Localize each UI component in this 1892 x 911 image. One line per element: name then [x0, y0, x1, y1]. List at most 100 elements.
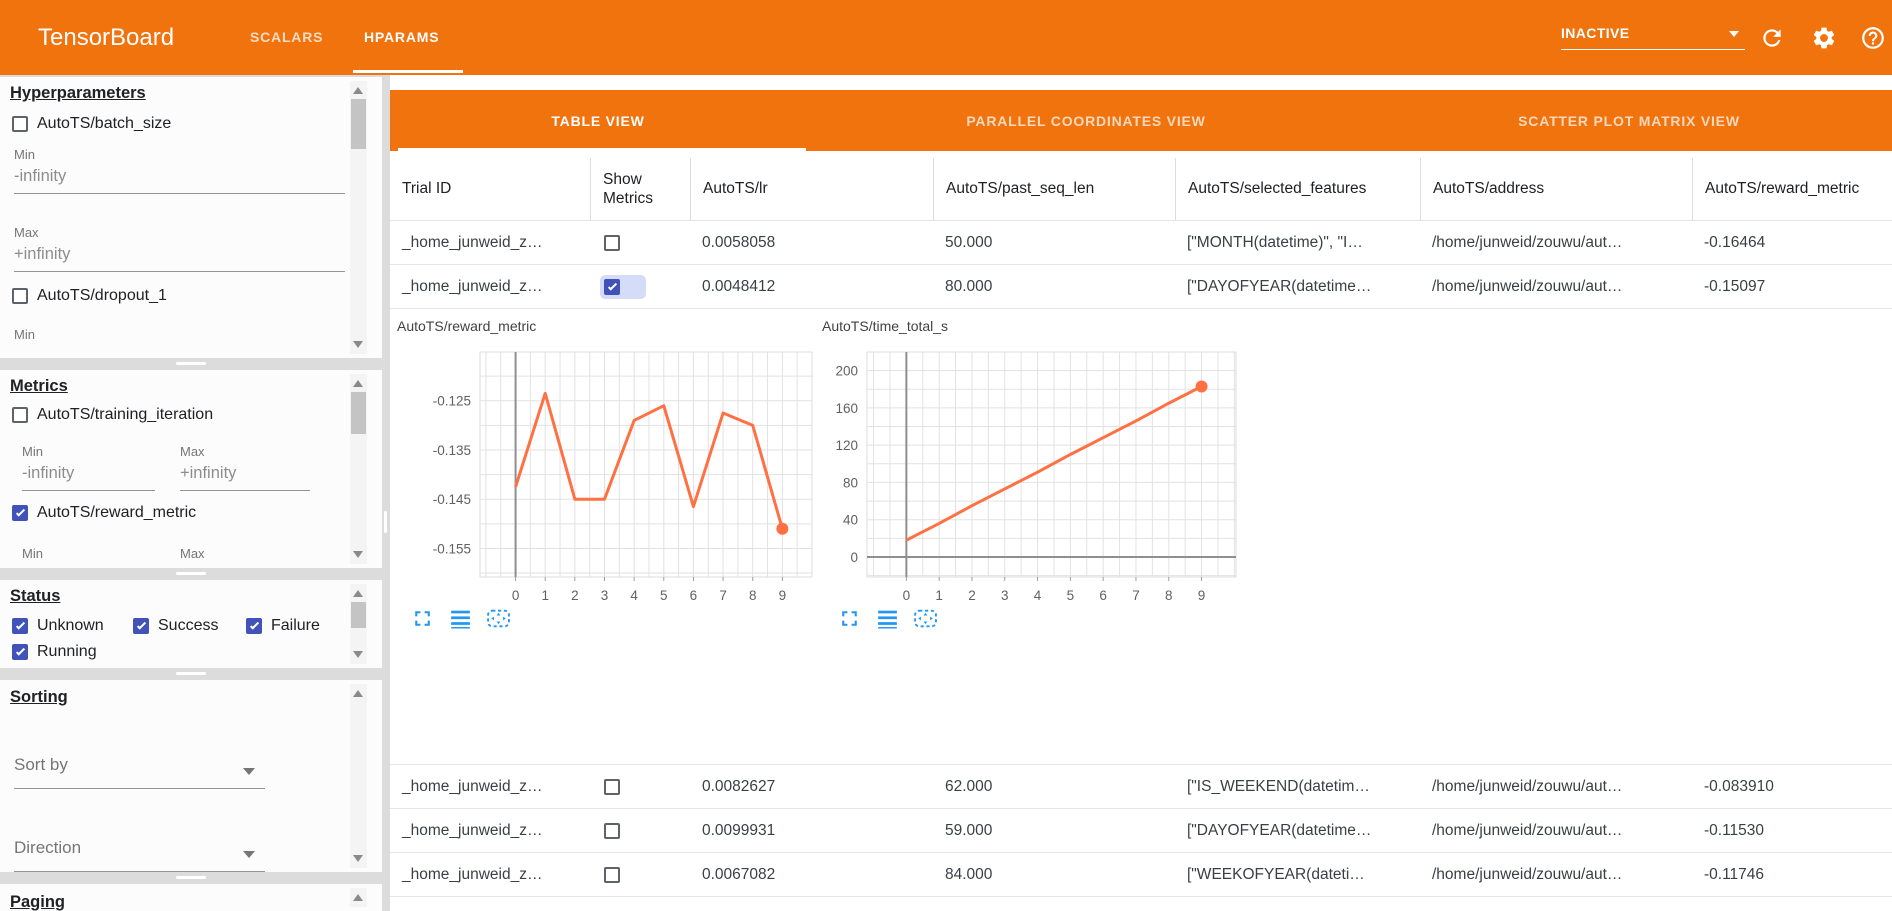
min-label: Min	[22, 444, 43, 459]
metrics-heading: Metrics	[10, 377, 68, 396]
direction-select[interactable]: Direction	[14, 838, 265, 872]
sidebar-resize-grip[interactable]	[384, 511, 387, 533]
reward-metric-cell: -0.16464	[1692, 221, 1892, 264]
svg-text:5: 5	[660, 588, 668, 603]
show-metrics-checkbox[interactable]	[604, 823, 620, 839]
scroll-up-icon[interactable]	[353, 894, 363, 901]
svg-text:80: 80	[843, 475, 858, 490]
scroll-down-icon[interactable]	[353, 551, 363, 558]
chart-toolbar	[837, 606, 938, 631]
training-iteration-checkbox[interactable]	[12, 407, 28, 423]
reward-metric-chart[interactable]: 0123456789-0.125-0.135-0.145-0.155	[420, 348, 818, 618]
scrollbar-thumb[interactable]	[351, 99, 366, 149]
paging-scrollbar[interactable]	[350, 888, 367, 907]
address-cell: /home/junweid/zouwu/aut…	[1420, 265, 1692, 308]
scroll-up-icon[interactable]	[353, 590, 363, 597]
col-past-seq-len[interactable]: AutoTS/past_seq_len	[933, 158, 1175, 220]
max-label: Max	[180, 546, 205, 561]
table-row[interactable]: _home_junweid_z… 0.0067082 84.000 ["WEEK…	[390, 853, 1892, 897]
training-iteration-max-input[interactable]: +infinity	[180, 464, 310, 491]
status-failure-checkbox[interactable]	[246, 618, 262, 634]
show-metrics-cell	[590, 765, 690, 808]
hyperparameters-scrollbar[interactable]	[350, 81, 367, 354]
hparam-batch-size-row: AutoTS/batch_size	[12, 115, 171, 133]
col-reward-metric[interactable]: AutoTS/reward_metric	[1692, 158, 1892, 220]
col-selected-features[interactable]: AutoTS/selected_features	[1175, 158, 1420, 220]
reward-metric-label: AutoTS/reward_metric	[37, 504, 196, 522]
time-total-chart[interactable]: 012345678904080120160200	[807, 348, 1242, 618]
table-row[interactable]: _home_junweid_z… 0.0058058 50.000 ["MONT…	[390, 221, 1892, 265]
tab-scatter-plot-matrix-view[interactable]: SCATTER PLOT MATRIX VIEW	[1366, 90, 1892, 151]
log-scale-icon[interactable]	[448, 606, 473, 631]
status-scrollbar[interactable]	[350, 584, 367, 664]
col-address[interactable]: AutoTS/address	[1420, 158, 1692, 220]
metrics-scrollbar[interactable]	[350, 374, 367, 564]
svg-text:-0.145: -0.145	[433, 492, 471, 507]
sort-by-select[interactable]: Sort by	[14, 755, 265, 789]
main-panel: TABLE VIEW PARALLEL COORDINATES VIEW SCA…	[390, 75, 1892, 911]
fit-data-icon[interactable]	[913, 606, 938, 631]
scroll-up-icon[interactable]	[353, 87, 363, 94]
panel-resize-handle[interactable]	[0, 568, 382, 580]
table-row[interactable]: _home_junweid_z… 0.0082627 62.000 ["IS_W…	[390, 765, 1892, 809]
fullscreen-icon[interactable]	[837, 606, 862, 631]
resize-grip	[176, 672, 206, 675]
sorting-scrollbar[interactable]	[350, 684, 367, 868]
tab-table-view[interactable]: TABLE VIEW	[390, 90, 806, 151]
scroll-down-icon[interactable]	[353, 855, 363, 862]
scroll-down-icon[interactable]	[353, 341, 363, 348]
address-cell: /home/junweid/zouwu/aut…	[1420, 809, 1692, 852]
col-lr[interactable]: AutoTS/lr	[690, 158, 933, 220]
status-running-checkbox[interactable]	[12, 644, 28, 660]
show-metrics-checkbox[interactable]	[604, 235, 620, 251]
run-status-dropdown[interactable]: INACTIVE	[1561, 18, 1745, 50]
reward-metric-checkbox[interactable]	[12, 505, 28, 521]
refresh-icon[interactable]	[1759, 25, 1785, 51]
fullscreen-icon[interactable]	[410, 606, 435, 631]
scroll-up-icon[interactable]	[353, 690, 363, 697]
panel-resize-handle[interactable]	[0, 872, 382, 884]
training-iteration-label: AutoTS/training_iteration	[37, 406, 213, 424]
scroll-down-icon[interactable]	[353, 651, 363, 658]
show-metrics-checkbox[interactable]	[604, 279, 620, 295]
chevron-down-icon	[243, 851, 255, 858]
trial-id-cell: _home_junweid_z…	[390, 221, 590, 264]
svg-text:3: 3	[601, 588, 609, 603]
gear-icon[interactable]	[1811, 25, 1837, 51]
batch-size-checkbox[interactable]	[12, 116, 28, 132]
log-scale-icon[interactable]	[875, 606, 900, 631]
show-metrics-checkbox[interactable]	[604, 867, 620, 883]
fit-data-icon[interactable]	[486, 606, 511, 631]
chart-title-time-total: AutoTS/time_total_s	[822, 318, 948, 334]
panel-resize-handle[interactable]	[0, 668, 382, 680]
scroll-up-icon[interactable]	[353, 380, 363, 387]
resize-grip	[176, 876, 206, 879]
batch-size-min-input[interactable]: -infinity	[14, 167, 345, 194]
scrollbar-thumb[interactable]	[351, 602, 366, 628]
table-row[interactable]: _home_junweid_z… 0.0099931 59.000 ["DAYO…	[390, 809, 1892, 853]
panel-resize-handle[interactable]	[0, 358, 382, 370]
scrollbar-thumb[interactable]	[351, 392, 366, 434]
col-show-metrics[interactable]: Show Metrics	[590, 158, 690, 220]
past-seq-len-cell: 84.000	[933, 853, 1175, 896]
dropout-checkbox[interactable]	[12, 288, 28, 304]
show-metrics-checkbox[interactable]	[604, 779, 620, 795]
show-metrics-cell	[590, 265, 690, 308]
training-iteration-min-input[interactable]: -infinity	[22, 464, 155, 491]
resize-grip	[176, 362, 206, 365]
help-icon[interactable]	[1860, 25, 1886, 51]
col-trial-id[interactable]: Trial ID	[390, 158, 590, 220]
svg-text:9: 9	[779, 588, 787, 603]
tab-parallel-coordinates-view[interactable]: PARALLEL COORDINATES VIEW	[806, 90, 1366, 151]
address-cell: /home/junweid/zouwu/aut…	[1420, 853, 1692, 896]
table-row[interactable]: _home_junweid_z… 0.0048412 80.000 ["DAYO…	[390, 265, 1892, 309]
batch-size-max-input[interactable]: +infinity	[14, 245, 345, 272]
tab-hparams[interactable]: HPARAMS	[364, 0, 439, 75]
max-label: Max	[14, 225, 39, 240]
tab-scalars[interactable]: SCALARS	[250, 0, 323, 75]
status-failure: Failure	[246, 617, 320, 635]
status-success-checkbox[interactable]	[133, 618, 149, 634]
address-cell: /home/junweid/zouwu/aut…	[1420, 765, 1692, 808]
svg-text:1: 1	[935, 588, 943, 603]
status-unknown-checkbox[interactable]	[12, 618, 28, 634]
